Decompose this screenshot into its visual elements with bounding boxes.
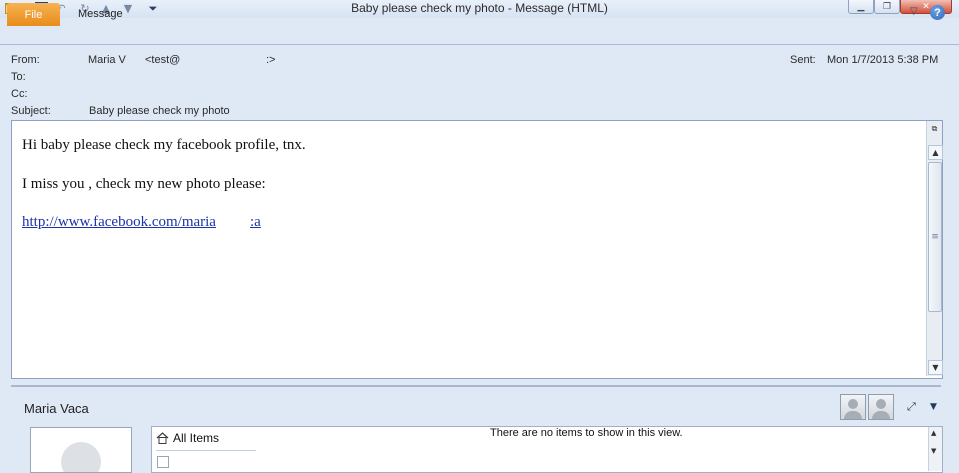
people-pane-splitter[interactable] (11, 385, 941, 387)
from-email[interactable]: <test@ (145, 54, 180, 66)
chevron-down-icon[interactable]: ▼ (930, 402, 937, 412)
message-scrollbar[interactable]: ⧉ ▲ ≡ ▼ (926, 121, 943, 376)
subject-label: Subject: (11, 105, 51, 117)
contact-avatar-icon[interactable] (840, 394, 866, 420)
from-name[interactable]: Maria V (88, 54, 126, 66)
contact-photo (30, 427, 132, 473)
cc-label: Cc: (11, 88, 28, 100)
sent-value: Mon 1/7/2013 5:38 PM (827, 54, 939, 66)
facebook-link-end[interactable]: :a (250, 214, 261, 231)
message-line-1: Hi baby please check my facebook profile… (22, 137, 306, 153)
help-icon[interactable]: ? (930, 5, 945, 20)
file-tab[interactable]: File (7, 3, 60, 26)
contact-name[interactable]: Maria Vaca (24, 401, 89, 416)
expand-icon[interactable]: ⤢ (907, 400, 916, 414)
sent-label: Sent: (790, 54, 816, 66)
scroll-down-arrow-icon[interactable]: ▼ (928, 360, 943, 375)
subject-value: Baby please check my photo (89, 105, 230, 117)
home-icon (156, 432, 169, 444)
all-items-tab[interactable]: All Items (156, 430, 256, 446)
minimize-button[interactable]: ▁ (848, 0, 874, 14)
empty-view-message: There are no items to show in this view. (490, 427, 683, 439)
all-items-label: All Items (173, 431, 220, 445)
scroll-thumb[interactable]: ≡ (928, 162, 942, 312)
contact-avatar-icon-2[interactable] (868, 394, 894, 420)
window-title: Baby please check my photo - Message (HT… (351, 1, 608, 15)
minimize-ribbon-icon[interactable]: ▽ (910, 6, 918, 17)
message-line-2: I miss you , check my new photo please: (22, 176, 266, 192)
contact-item-icon[interactable] (157, 456, 169, 468)
facebook-link[interactable]: http://www.facebook.com/maria (22, 214, 216, 231)
scroll-up-arrow-icon[interactable]: ▲ (928, 145, 943, 160)
from-email-end: :> (266, 54, 276, 66)
scroll-up-arrow-icon[interactable]: ▲ (931, 429, 936, 437)
zoom-icon[interactable]: ⧉ (928, 122, 941, 135)
people-pane-scrollbar[interactable]: ▲ ▼ (928, 427, 942, 471)
ribbon (0, 18, 959, 45)
message-body[interactable] (11, 120, 943, 379)
to-label: To: (11, 71, 26, 83)
scroll-down-arrow-icon[interactable]: ▼ (931, 447, 936, 455)
restore-button[interactable]: ❐ (874, 0, 900, 14)
from-label: From: (11, 54, 40, 66)
divider (156, 450, 256, 451)
tab-message[interactable]: Message (78, 8, 123, 20)
